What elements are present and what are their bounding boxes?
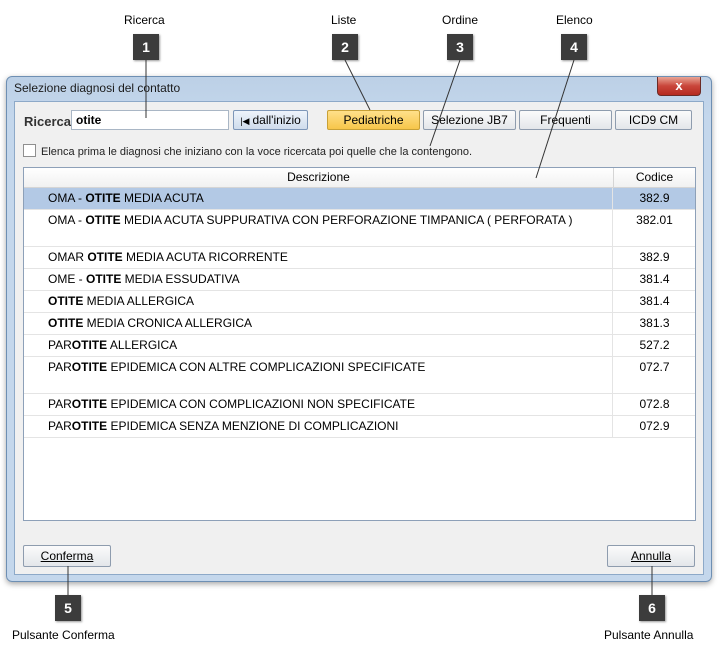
row-code: 382.01 bbox=[636, 213, 673, 227]
row-description-suffix: EPIDEMICA CON COMPLICAZIONI NON SPECIFIC… bbox=[107, 397, 415, 411]
cursor-start-icon: |◀ bbox=[240, 116, 250, 126]
confirm-button[interactable]: Conferma bbox=[23, 545, 111, 567]
sort-order-label: Elenca prima le diagnosi che iniziano co… bbox=[41, 146, 473, 158]
row-code: 381.4 bbox=[639, 272, 670, 286]
row-description-match: OTITE bbox=[87, 250, 123, 264]
sort-order-option[interactable]: Elenca prima le diagnosi che iniziano co… bbox=[23, 144, 472, 158]
row-description-suffix: MEDIA ACUTA bbox=[120, 191, 204, 205]
list-icd9-button[interactable]: ICD9 CM bbox=[615, 110, 692, 130]
row-description-suffix: EPIDEMICA SENZA MENZIONE DI COMPLICAZION… bbox=[107, 419, 399, 433]
column-header-descrizione[interactable]: Descrizione bbox=[24, 168, 614, 187]
cancel-label: Annulla bbox=[630, 549, 672, 563]
row-code: 527.2 bbox=[639, 338, 670, 352]
dialog-client-area: Ricerca otite |◀ dall'inizio Pediatriche … bbox=[14, 101, 704, 575]
row-description-prefix: PAR bbox=[48, 397, 72, 411]
row-description: OME - OTITE MEDIA ESSUDATIVA bbox=[24, 269, 613, 290]
row-description-match: OTITE bbox=[85, 213, 121, 227]
list-row[interactable]: OMA - OTITE MEDIA ACUTA SUPPURATIVA CON … bbox=[24, 210, 695, 247]
row-description-match: OTITE bbox=[71, 419, 108, 433]
row-description-suffix: EPIDEMICA CON ALTRE COMPLICAZIONI SPECIF… bbox=[107, 360, 426, 374]
row-description-prefix: PAR bbox=[48, 419, 72, 433]
callout-badge-1: 1 bbox=[133, 34, 159, 60]
search-label: Ricerca bbox=[24, 114, 71, 129]
callout-badge-5: 5 bbox=[55, 595, 81, 621]
list-pediatriche-button[interactable]: Pediatriche bbox=[327, 110, 420, 130]
cancel-button[interactable]: Annulla bbox=[607, 545, 695, 567]
row-description-suffix: ALLERGICA bbox=[107, 338, 178, 352]
callout-badge-3: 3 bbox=[447, 34, 473, 60]
row-description: OTITE MEDIA CRONICA ALLERGICA bbox=[24, 313, 613, 334]
confirm-label: Conferma bbox=[40, 549, 94, 563]
row-description-prefix: OMA - bbox=[48, 191, 86, 205]
search-input[interactable]: otite bbox=[71, 110, 229, 130]
row-description: PAROTITE EPIDEMICA CON COMPLICAZIONI NON… bbox=[24, 394, 613, 415]
callout-badge-6: 6 bbox=[639, 595, 665, 621]
dialog-title: Selezione diagnosi del contatto bbox=[14, 81, 181, 95]
row-description-prefix: OMAR bbox=[48, 250, 88, 264]
row-description-prefix: OMA - bbox=[48, 213, 86, 227]
row-description-prefix: PAR bbox=[48, 360, 72, 374]
list-row[interactable]: PAROTITE EPIDEMICA CON ALTRE COMPLICAZIO… bbox=[24, 357, 695, 394]
row-description-match: OTITE bbox=[85, 191, 121, 205]
list-row[interactable]: OMAR OTITE MEDIA ACUTA RICORRENTE 382.9 bbox=[24, 247, 695, 269]
column-header-codice[interactable]: Codice bbox=[614, 168, 695, 187]
row-description: OMAR OTITE MEDIA ACUTA RICORRENTE bbox=[24, 247, 613, 268]
row-code: 382.9 bbox=[639, 191, 670, 205]
row-description: PAROTITE ALLERGICA bbox=[24, 335, 613, 356]
list-row[interactable]: OMA - OTITE MEDIA ACUTA 382.9 bbox=[24, 188, 695, 210]
row-description-suffix: MEDIA ACUTA SUPPURATIVA CON PERFORAZIONE… bbox=[120, 213, 573, 227]
row-description-match: OTITE bbox=[48, 316, 84, 330]
diagnosis-dialog: Selezione diagnosi del contatto x Ricerc… bbox=[6, 76, 712, 582]
row-description: OMA - OTITE MEDIA ACUTA SUPPURATIVA CON … bbox=[24, 210, 613, 246]
row-description-match: OTITE bbox=[71, 360, 108, 374]
list-row[interactable]: OTITE MEDIA CRONICA ALLERGICA 381.3 bbox=[24, 313, 695, 335]
diagnosis-list[interactable]: Descrizione Codice OMA - OTITE MEDIA ACU… bbox=[23, 167, 696, 521]
callout-ordine-label: Ordine bbox=[442, 13, 479, 27]
list-row[interactable]: PAROTITE EPIDEMICA CON COMPLICAZIONI NON… bbox=[24, 394, 695, 416]
callout-elenco-label: Elenco bbox=[556, 13, 593, 27]
callout-liste-label: Liste bbox=[331, 13, 357, 27]
row-description: OTITE MEDIA ALLERGICA bbox=[24, 291, 613, 312]
close-button[interactable]: x bbox=[657, 77, 701, 96]
row-description-suffix: MEDIA ALLERGICA bbox=[83, 294, 195, 308]
list-rows: OMA - OTITE MEDIA ACUTA 382.9 OMA - OTITE … bbox=[24, 188, 695, 438]
callout-badge-4: 4 bbox=[561, 34, 587, 60]
row-description-match: OTITE bbox=[71, 397, 108, 411]
row-description-match: OTITE bbox=[86, 272, 122, 286]
row-description-match: OTITE bbox=[48, 294, 84, 308]
list-frequenti-button[interactable]: Frequenti bbox=[519, 110, 612, 130]
list-header: Descrizione Codice bbox=[24, 168, 695, 188]
close-icon: x bbox=[675, 78, 683, 93]
row-code: 381.3 bbox=[639, 316, 670, 330]
row-code: 072.9 bbox=[639, 419, 670, 433]
from-start-label: dall'inizio bbox=[252, 113, 301, 127]
sort-order-checkbox[interactable] bbox=[23, 144, 36, 157]
list-row[interactable]: OTITE MEDIA ALLERGICA 381.4 bbox=[24, 291, 695, 313]
row-description-prefix: OME - bbox=[48, 272, 86, 286]
list-row[interactable]: PAROTITE ALLERGICA 527.2 bbox=[24, 335, 695, 357]
row-description-match: OTITE bbox=[71, 338, 108, 352]
row-description-suffix: MEDIA ESSUDATIVA bbox=[121, 272, 240, 286]
from-start-button[interactable]: |◀ dall'inizio bbox=[233, 110, 308, 130]
callout-ricerca-label: Ricerca bbox=[124, 13, 165, 27]
row-code: 072.7 bbox=[639, 360, 670, 374]
row-code: 382.9 bbox=[639, 250, 670, 264]
callout-annulla-label: Pulsante Annulla bbox=[604, 628, 694, 642]
row-code: 381.4 bbox=[639, 294, 670, 308]
row-description-suffix: MEDIA ACUTA RICORRENTE bbox=[122, 250, 288, 264]
row-description: PAROTITE EPIDEMICA CON ALTRE COMPLICAZIO… bbox=[24, 357, 613, 393]
callout-badge-2: 2 bbox=[332, 34, 358, 60]
row-description-prefix: PAR bbox=[48, 338, 72, 352]
list-row[interactable]: PAROTITE EPIDEMICA SENZA MENZIONE DI COM… bbox=[24, 416, 695, 438]
row-code: 072.8 bbox=[639, 397, 670, 411]
row-description-suffix: MEDIA CRONICA ALLERGICA bbox=[83, 316, 253, 330]
list-row[interactable]: OME - OTITE MEDIA ESSUDATIVA 381.4 bbox=[24, 269, 695, 291]
row-description: PAROTITE EPIDEMICA SENZA MENZIONE DI COM… bbox=[24, 416, 613, 437]
callout-conferma-label: Pulsante Conferma bbox=[12, 628, 115, 642]
list-selezione-jb7-button[interactable]: Selezione JB7 bbox=[423, 110, 516, 130]
row-description: OMA - OTITE MEDIA ACUTA bbox=[24, 188, 613, 209]
